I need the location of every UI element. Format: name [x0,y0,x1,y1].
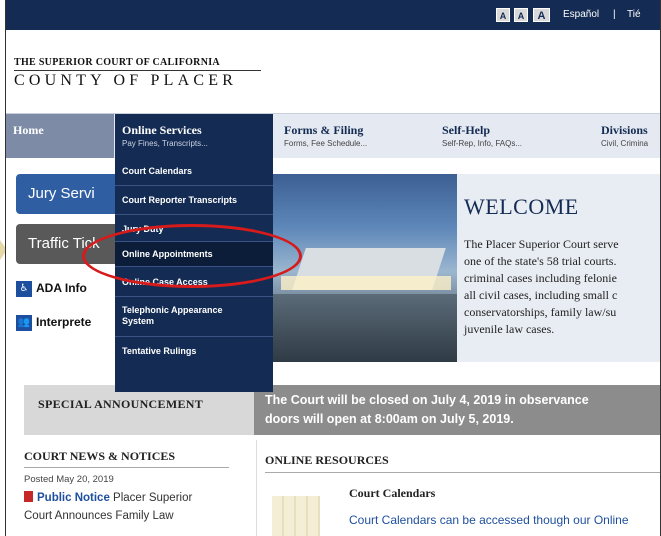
menu-divider [115,336,273,337]
nav-online-services-sub: Pay Fines, Transcripts... [122,139,208,148]
court-calendars-resource-title[interactable]: Court Calendars [349,486,435,501]
ada-info-link[interactable]: ♿ ADA Info [16,281,87,297]
news-item: Public Notice Placer Superior Court Anno… [24,489,234,525]
nav-forms-filing-title: Forms & Filing [284,123,364,137]
nav-home-title: Home [13,123,44,137]
calendar-thumbnail [272,496,320,536]
menu-item-court-reporter-transcripts[interactable]: Court Reporter Transcripts [115,195,273,206]
welcome-line: criminal cases including felonie [464,271,617,285]
menu-item-online-case-access[interactable]: Online Case Access [115,277,273,288]
font-size-small-button[interactable]: A [496,8,510,22]
nav-home[interactable]: Home [6,114,114,159]
font-size-medium-button[interactable]: A [514,8,528,22]
nav-forms-filing[interactable]: Forms & Filing Forms, Fee Schedule... [277,114,432,159]
font-size-large-button[interactable]: A [533,8,550,22]
announcement-label: SPECIAL ANNOUNCEMENT [24,385,254,435]
interpreter-label: Interprete [36,315,92,330]
logo-line1[interactable]: THE SUPERIOR COURT OF CALIFORNIA [14,57,220,68]
main-nav: Home Online Services Pay Fines, Transcri… [6,113,660,159]
welcome-line: juvenile law cases. [464,322,555,336]
nav-divisions-sub: Civil, Crimina [601,139,649,148]
nav-online-services[interactable]: Online Services Pay Fines, Transcripts..… [115,114,273,159]
welcome-title: WELCOME [464,194,579,219]
news-date: Posted May 20, 2019 [24,474,114,485]
public-notice-link[interactable]: Public Notice [37,492,110,504]
menu-item-tentative-rulings[interactable]: Tentative Rulings [115,346,273,357]
nav-online-services-title: Online Services [122,123,202,137]
news-section-title: COURT NEWS & NOTICES [24,449,176,463]
menu-item-telephonic-appearance[interactable]: Telephonic Appearance System [115,305,235,327]
wheelchair-icon: ♿ [16,281,32,297]
welcome-line: one of the state's 58 trial courts. [464,254,617,268]
news-divider [24,467,229,468]
menu-divider [115,266,273,267]
utility-bar: A A A Español | Tié [6,0,660,30]
news-text: Placer Superior [109,492,193,504]
interpreter-link[interactable]: 👥 Interprete [16,315,91,331]
pdf-icon [24,491,33,502]
topbar-next-link[interactable]: Tié [627,9,641,20]
announcement-line: The Court will be closed on July 4, 2019… [265,393,589,407]
announcement-message: The Court will be closed on July 4, 2019… [254,385,660,435]
welcome-line: The Placer Superior Court serve [464,237,619,251]
nav-divisions-title: Divisions [601,123,648,137]
menu-divider [115,296,273,297]
welcome-line: conservatorships, family law/su [464,305,617,319]
resources-title: ONLINE RESOURCES [265,453,389,467]
people-icon: 👥 [16,315,32,331]
welcome-panel: WELCOME The Placer Superior Court serve … [457,174,660,362]
courthouse-image-ground [261,294,457,362]
espanol-link[interactable]: Español [563,9,599,20]
menu-item-court-calendars[interactable]: Court Calendars [115,166,273,177]
nav-forms-filing-sub: Forms, Fee Schedule... [284,139,368,148]
court-calendars-resource-desc[interactable]: Court Calendars can be accessed though o… [349,511,629,530]
menu-divider [115,214,273,215]
online-services-dropdown: Court Calendars Court Reporter Transcrip… [115,158,273,392]
menu-item-online-appointments[interactable]: Online Appointments [115,242,273,266]
topbar-separator: | [613,9,616,20]
menu-item-jury-duty[interactable]: Jury Duty [115,224,273,235]
nav-self-help[interactable]: Self-Help Self-Rep, Info, FAQs... [435,114,590,159]
courthouse-image [261,174,457,362]
nav-self-help-sub: Self-Rep, Info, FAQs... [442,139,523,148]
online-resources: ONLINE RESOURCES Court Calendars Court C… [256,440,660,536]
logo-rule [14,70,261,71]
announcement-line: doors will open at 8:00am on July 5, 201… [265,412,514,426]
special-announcement: SPECIAL ANNOUNCEMENT The Court will be c… [24,385,660,435]
ada-info-label: ADA Info [36,281,87,296]
news-text-line2: Court Announces Family Law [24,510,174,522]
logo-line2[interactable]: COUNTY OF PLACER [14,72,237,90]
browser-viewport: A A A Español | Tié THE SUPERIOR COURT O… [5,0,661,536]
welcome-line: all civil cases, including small c [464,288,618,302]
menu-divider [115,185,273,186]
welcome-text: The Placer Superior Court serve one of t… [464,236,660,338]
nav-divisions[interactable]: Divisions Civil, Crimina [594,114,660,159]
courthouse-image-lights [281,276,451,290]
nav-self-help-title: Self-Help [442,123,490,137]
resources-divider [265,472,660,473]
